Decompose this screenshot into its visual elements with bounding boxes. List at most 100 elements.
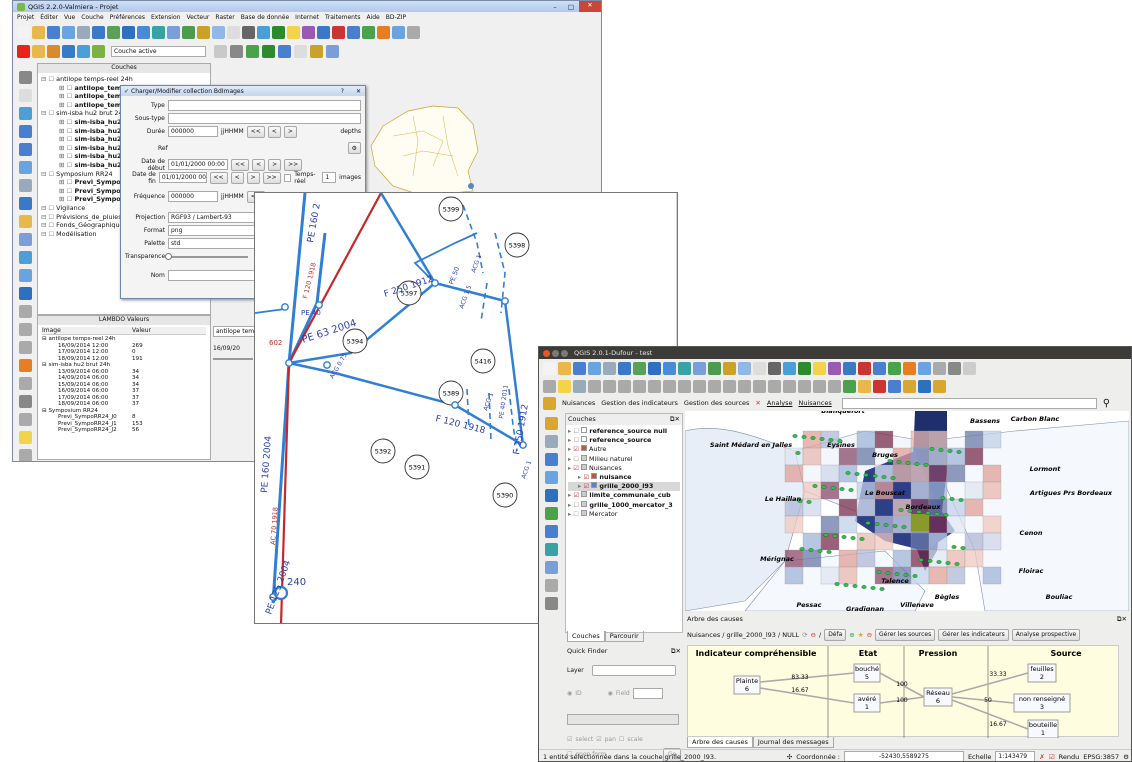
nuisance-point[interactable] xyxy=(914,462,920,466)
nuisance-point[interactable] xyxy=(792,434,798,438)
grid-cell[interactable] xyxy=(784,464,804,483)
w1-tool-15-icon[interactable] xyxy=(242,25,255,39)
w3-tool-6-icon[interactable] xyxy=(633,361,646,375)
w3-edit-tool-6-icon[interactable] xyxy=(633,379,646,393)
w1-layer-tool2-4-icon[interactable] xyxy=(278,44,291,58)
w3-vtool-0-icon[interactable] xyxy=(544,417,558,430)
expand-icon[interactable]: ⊞ ☐ xyxy=(59,101,75,109)
epsg-label[interactable]: EPSG:3857 xyxy=(1083,753,1119,761)
nuisance-point[interactable] xyxy=(947,449,953,453)
w3-edit-tool-14-icon[interactable] xyxy=(753,379,766,393)
w3-edit-tool-25-icon[interactable] xyxy=(918,379,931,393)
nuisance-point[interactable] xyxy=(832,534,838,538)
active-layer-combo[interactable]: Couche active xyxy=(111,45,206,57)
grid-cell[interactable] xyxy=(964,481,984,500)
field-radio[interactable]: ◉ xyxy=(608,690,613,697)
nuisance-point[interactable] xyxy=(883,523,889,527)
grid-cell[interactable] xyxy=(856,532,876,551)
w3-edit-tool-2-icon[interactable] xyxy=(573,379,586,393)
layer-item[interactable]: ▸ ☐ Milieu naturel xyxy=(568,454,680,464)
nuisance-point[interactable] xyxy=(843,583,849,587)
grid-cell[interactable] xyxy=(784,515,804,534)
nuisance-point[interactable] xyxy=(885,571,891,575)
nuisance-point[interactable] xyxy=(945,561,951,565)
minimize-dot-icon[interactable] xyxy=(552,349,559,357)
grid-cell[interactable] xyxy=(874,430,894,449)
nuisance-point[interactable] xyxy=(951,545,957,549)
grid-cell[interactable] xyxy=(946,515,966,534)
dialog-close-icon[interactable]: ✕ xyxy=(356,88,361,95)
w3-tool-3-icon[interactable] xyxy=(588,361,601,375)
field-combo[interactable] xyxy=(632,688,663,699)
menu-item-1[interactable]: Éditer xyxy=(40,14,58,21)
maximize-icon[interactable]: □ xyxy=(563,3,579,11)
tempsreel-checkbox[interactable] xyxy=(283,173,292,182)
start-date-input[interactable]: 01/01/2000 00:00 xyxy=(168,159,228,170)
grid-cell[interactable] xyxy=(892,549,912,568)
w3-tool-28-icon[interactable] xyxy=(963,361,976,375)
start-prev-button[interactable]: < xyxy=(252,158,266,171)
w1-layer-tool-0-icon[interactable] xyxy=(32,44,45,58)
expand-icon[interactable]: ⊞ ☐ xyxy=(59,178,75,186)
tab-arbre[interactable]: Arbre des causes xyxy=(687,737,753,748)
star-icon[interactable]: ★ xyxy=(858,631,864,639)
refresh-icon[interactable]: ⟳ xyxy=(802,631,807,639)
nuisance-point[interactable] xyxy=(870,586,876,590)
w3-tool-16-icon[interactable] xyxy=(783,361,796,375)
w3-tool-5-icon[interactable] xyxy=(618,361,631,375)
nuisance-point[interactable] xyxy=(940,496,946,500)
w1-tool-25-icon[interactable] xyxy=(392,25,405,39)
layer-item[interactable]: ▸ ☐ reference_source xyxy=(568,436,680,445)
w1-tool-6-icon[interactable] xyxy=(107,25,120,39)
coord-icon[interactable]: ✣ xyxy=(787,753,792,761)
grid-cell[interactable] xyxy=(910,447,930,466)
crs-icon[interactable]: ⚙ xyxy=(1123,753,1129,761)
stop-render-icon[interactable]: ✗ xyxy=(1039,753,1044,761)
pipe-7[interactable] xyxy=(413,232,478,284)
w1-tool-8-icon[interactable] xyxy=(137,25,150,39)
grid-cell[interactable] xyxy=(838,498,858,517)
w3-edit-tool-5-icon[interactable] xyxy=(618,379,631,393)
nuisance-point[interactable] xyxy=(839,487,845,491)
nuisance-point[interactable] xyxy=(954,562,960,566)
w1-layer-tool2-7-icon[interactable] xyxy=(326,44,339,58)
analyse-prospective-button[interactable]: Analyse prospective xyxy=(1011,628,1081,641)
tab-parcourir[interactable]: Parcourir xyxy=(604,631,644,642)
nuisance-point[interactable] xyxy=(834,582,840,586)
grid-cell[interactable] xyxy=(928,515,948,534)
w1-vtool-11-icon[interactable] xyxy=(18,269,32,282)
grid-cell[interactable] xyxy=(964,430,984,449)
w3-tool-4-icon[interactable] xyxy=(603,361,616,375)
w1-tool-11-icon[interactable] xyxy=(182,25,195,39)
nuisance-point[interactable] xyxy=(845,471,851,475)
w3-tool-2-icon[interactable] xyxy=(573,361,586,375)
add-icon[interactable]: ⊕ xyxy=(849,631,854,639)
w1-vtool-16-icon[interactable] xyxy=(18,359,32,372)
nuisance-point[interactable] xyxy=(799,547,805,551)
grid-cell[interactable] xyxy=(946,566,966,585)
freq-input[interactable]: 000000 xyxy=(168,191,218,202)
search-value-input[interactable] xyxy=(567,714,679,725)
w3-tool-0-icon[interactable] xyxy=(543,361,556,375)
w1-tool-13-icon[interactable] xyxy=(212,25,225,39)
w3-vtool-7-icon[interactable] xyxy=(544,543,558,556)
w1-tool-2-icon[interactable] xyxy=(47,25,60,39)
maximize-dot-icon[interactable] xyxy=(561,349,568,357)
nuisance-point[interactable] xyxy=(938,448,944,452)
grid-cell[interactable] xyxy=(928,566,948,585)
w1-layer-tool-3-icon[interactable] xyxy=(77,44,90,58)
nuisance-point[interactable] xyxy=(890,476,896,480)
expand-icon[interactable]: ⊞ ☐ xyxy=(59,161,75,169)
w3-tool-15-icon[interactable] xyxy=(768,361,781,375)
w1-vtool-8-icon[interactable] xyxy=(18,215,32,228)
nuisance-point[interactable] xyxy=(826,550,832,554)
menu-item-12[interactable]: BD-ZIP xyxy=(386,14,406,21)
w1-tool-12-icon[interactable] xyxy=(197,25,210,39)
transparency-slider[interactable] xyxy=(165,252,248,260)
menu-sources[interactable]: Gestion des sources xyxy=(684,399,750,407)
title-bar[interactable]: QGIS 2.2.0-Valmiera - Projet – □ ✕ xyxy=(13,1,601,12)
end-prev-button[interactable]: < xyxy=(230,171,244,184)
tab-couches[interactable]: Couches xyxy=(567,631,605,642)
grid-cell[interactable] xyxy=(982,464,1002,483)
selected-grid-cell[interactable] xyxy=(911,514,929,531)
